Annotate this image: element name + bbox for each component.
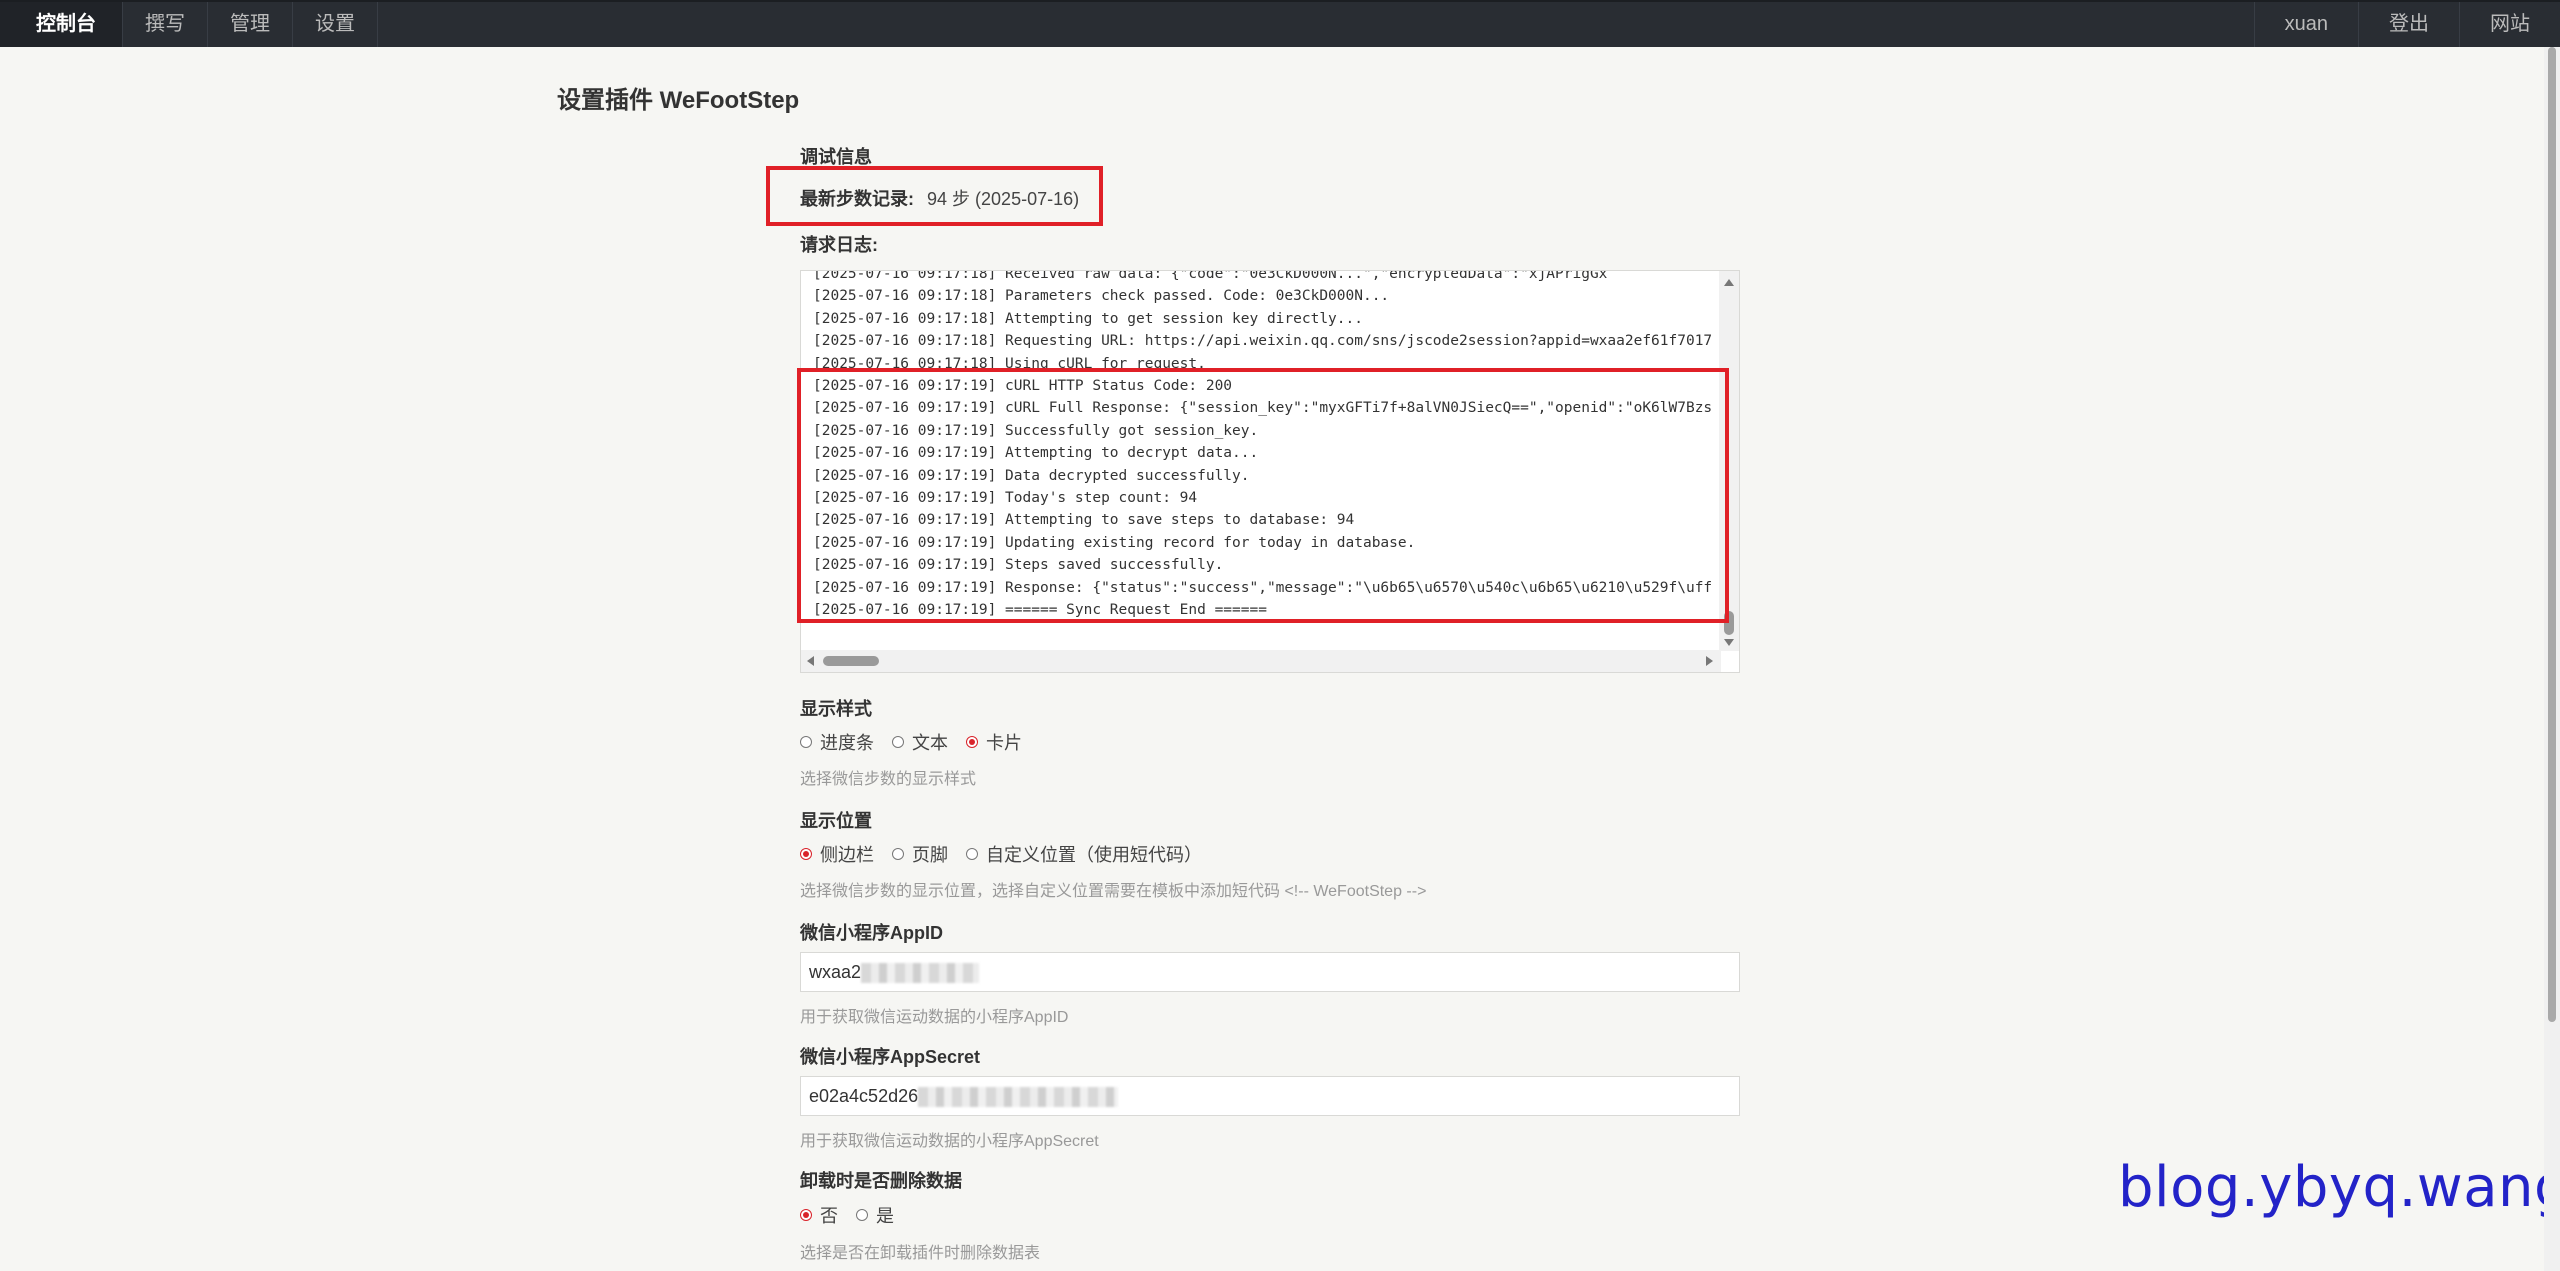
watermark: blog.ybyq.wang xyxy=(2118,1155,2560,1220)
page-vertical-scrollbar[interactable] xyxy=(2544,47,2560,1271)
scroll-right-icon[interactable] xyxy=(1706,656,1713,666)
radio-label: 侧边栏 xyxy=(820,845,874,865)
display-position-desc: 选择微信步数的显示位置，选择自定义位置需要在模板中添加短代码 <!-- WeFo… xyxy=(800,883,1427,900)
nav-logout[interactable]: 登出 xyxy=(2358,2,2459,47)
highlight-box-log xyxy=(797,368,1729,623)
radio-circle[interactable] xyxy=(892,736,904,748)
radio-circle[interactable] xyxy=(800,736,812,748)
appsecret-desc: 用于获取微信运动数据的小程序AppSecret xyxy=(800,1133,1099,1150)
log-hscroll-thumb[interactable] xyxy=(823,656,879,666)
page-title: 设置插件 WeFootStep xyxy=(557,87,800,114)
radio-text[interactable]: 文本 xyxy=(892,729,948,755)
radio-custom[interactable]: 自定义位置（使用短代码） xyxy=(966,841,1202,867)
radio-circle[interactable] xyxy=(966,848,978,860)
log-line: [2025-07-16 09:17:18] Parameters check p… xyxy=(813,288,1390,305)
radio-label: 否 xyxy=(820,1206,838,1226)
log-line: [2025-07-16 09:17:18] Attempting to get … xyxy=(813,310,1363,327)
radio-no[interactable]: 否 xyxy=(800,1202,838,1228)
display-style-radios: 进度条 文本 卡片 xyxy=(800,729,1040,755)
radio-label: 文本 xyxy=(912,733,948,753)
nav-settings[interactable]: 设置 xyxy=(293,2,378,47)
nav-write[interactable]: 撰写 xyxy=(123,2,208,47)
appid-desc: 用于获取微信运动数据的小程序AppID xyxy=(800,1009,1069,1026)
radio-circle[interactable] xyxy=(856,1209,868,1221)
log-line: [2025-07-16 09:17:18] Received raw data:… xyxy=(813,270,1608,282)
redacted-blur xyxy=(861,963,980,984)
appid-value: wxaa2 xyxy=(809,962,862,982)
scroll-up-icon[interactable] xyxy=(1724,279,1734,286)
radio-label: 进度条 xyxy=(820,733,874,753)
radio-circle[interactable] xyxy=(892,848,904,860)
scroll-left-icon[interactable] xyxy=(807,656,814,666)
log-heading: 请求日志: xyxy=(800,235,878,255)
log-horizontal-scrollbar[interactable] xyxy=(801,650,1721,672)
appsecret-value: e02a4c52d26 xyxy=(809,1086,919,1106)
highlight-box-latest xyxy=(766,166,1103,226)
radio-yes[interactable]: 是 xyxy=(856,1202,894,1228)
nav-user[interactable]: xuan xyxy=(2253,2,2358,47)
uninstall-desc: 选择是否在卸载插件时删除数据表 xyxy=(800,1245,1041,1262)
radio-footer[interactable]: 页脚 xyxy=(892,841,948,867)
nav-site[interactable]: 网站 xyxy=(2459,2,2560,47)
appid-input[interactable]: wxaa2 xyxy=(800,952,1740,992)
display-position-radios: 侧边栏 页脚 自定义位置（使用短代码） xyxy=(800,841,1220,867)
radio-card[interactable]: 卡片 xyxy=(966,729,1022,755)
radio-circle-checked[interactable] xyxy=(800,1209,812,1221)
display-style-label: 显示样式 xyxy=(800,699,872,719)
display-position-label: 显示位置 xyxy=(800,811,872,831)
redacted-blur xyxy=(918,1087,1119,1108)
radio-label: 页脚 xyxy=(912,845,948,865)
nav-left: 控制台 撰写 管理 设置 xyxy=(0,2,378,47)
radio-progress[interactable]: 进度条 xyxy=(800,729,874,755)
nav-dashboard[interactable]: 控制台 xyxy=(0,2,123,47)
radio-circle-checked[interactable] xyxy=(800,848,812,860)
radio-circle-checked[interactable] xyxy=(966,736,978,748)
appsecret-input[interactable]: e02a4c52d26 xyxy=(800,1076,1740,1116)
scroll-down-icon[interactable] xyxy=(1724,639,1734,646)
nav-manage[interactable]: 管理 xyxy=(208,2,293,47)
radio-label: 自定义位置（使用短代码） xyxy=(986,845,1202,865)
appsecret-label: 微信小程序AppSecret xyxy=(800,1047,981,1067)
uninstall-label: 卸载时是否删除数据 xyxy=(800,1171,962,1191)
log-line: [2025-07-16 09:17:18] Requesting URL: ht… xyxy=(813,333,1713,350)
nav-right: xuan 登出 网站 xyxy=(2253,2,2560,47)
radio-sidebar[interactable]: 侧边栏 xyxy=(800,841,874,867)
radio-label: 是 xyxy=(876,1206,894,1226)
top-nav: 控制台 撰写 管理 设置 xuan 登出 网站 xyxy=(0,0,2560,47)
radio-label: 卡片 xyxy=(986,733,1022,753)
appid-label: 微信小程序AppID xyxy=(800,923,943,943)
page-vscroll-thumb[interactable] xyxy=(2548,47,2556,1022)
display-style-desc: 选择微信步数的显示样式 xyxy=(800,771,977,788)
uninstall-radios: 否 是 xyxy=(800,1202,912,1228)
